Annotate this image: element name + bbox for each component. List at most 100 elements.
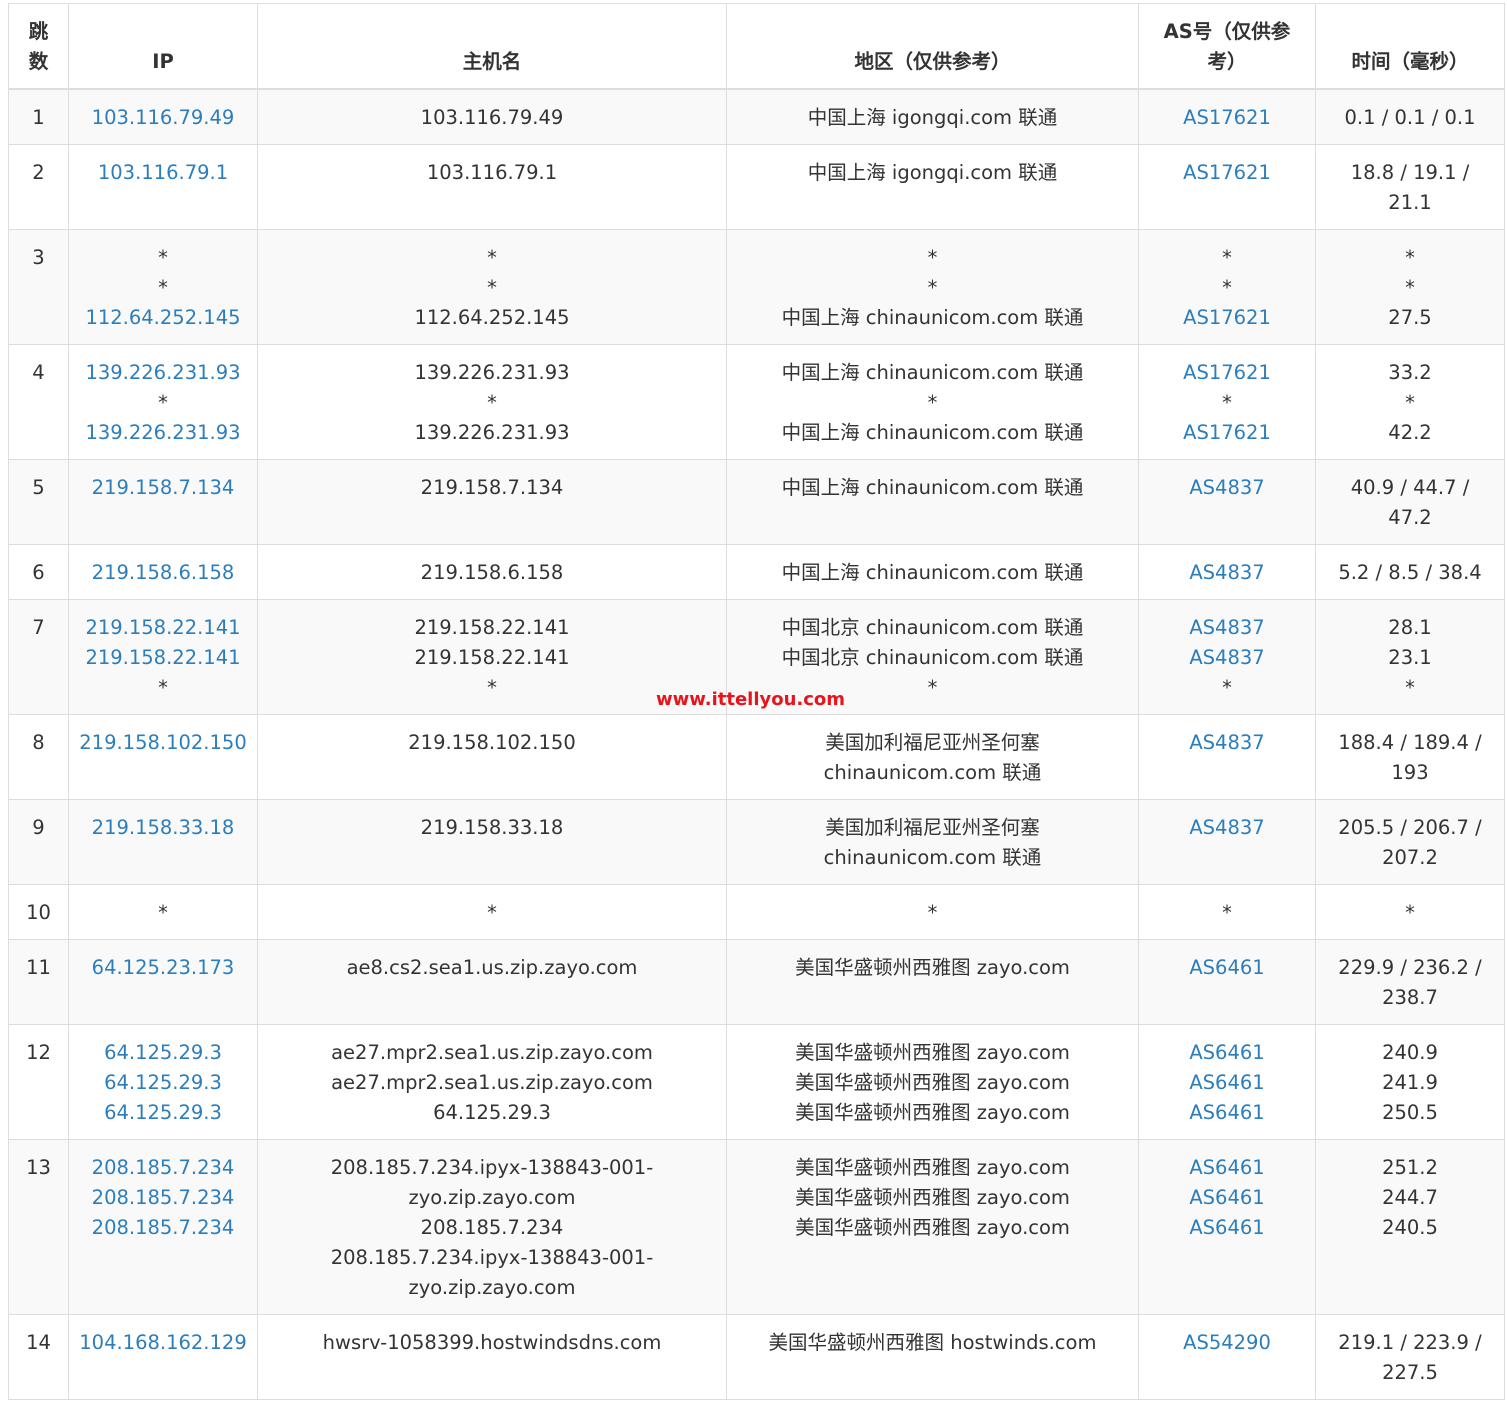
latency-text: 33.2 [1388, 361, 1432, 384]
asn-cell: AS4837 AS4837 * [1139, 600, 1316, 715]
hostname-text: 208.185.7.234.ipyx-138843-001- [330, 1246, 654, 1269]
ip-cell: 219.158.22.141 219.158.22.141 * [69, 600, 258, 715]
time-cell: 188.4 / 189.4 / 193 [1316, 715, 1505, 800]
hostname-text: zyo.zip.zayo.com [408, 1276, 576, 1299]
latency-text: 0.1 / 0.1 / 0.1 [1344, 106, 1476, 129]
ip-cell: * [69, 885, 258, 940]
hostname-cell: hwsrv-1058399.hostwindsdns.com [258, 1315, 727, 1400]
hostname-text: ae27.mpr2.sea1.us.zip.zayo.com [331, 1041, 653, 1064]
latency-text: 40.9 / 44.7 / [1350, 476, 1470, 499]
timeout-marker: * [1222, 901, 1232, 924]
asn-link[interactable]: AS54290 [1147, 1328, 1307, 1358]
time-cell: 205.5 / 206.7 / 207.2 [1316, 800, 1505, 885]
hop-number: 13 [26, 1156, 51, 1179]
hop-number: 5 [32, 476, 45, 499]
region-cell: 中国上海 chinaunicom.com 联通 [727, 460, 1139, 545]
region-cell: 美国华盛顿州西雅图 zayo.com 美国华盛顿州西雅图 zayo.com 美国华盛… [727, 1025, 1139, 1140]
ip-link[interactable]: 64.125.29.3 [77, 1098, 249, 1128]
asn-cell: AS17621 * AS17621 [1139, 345, 1316, 460]
asn-link[interactable]: AS6461 [1147, 1038, 1307, 1068]
region-text: 中国上海 chinaunicom.com 联通 [781, 421, 1084, 444]
ip-link[interactable]: 104.168.162.129 [77, 1328, 249, 1358]
asn-link[interactable]: AS17621 [1147, 358, 1307, 388]
ip-cell: 219.158.7.134 [69, 460, 258, 545]
region-cell: 中国上海 igongqi.com 联通 [727, 145, 1139, 230]
asn-cell: AS6461 AS6461 AS6461 [1139, 1140, 1316, 1315]
ip-cell: * * 112.64.252.145 [69, 230, 258, 345]
region-cell: 中国上海 igongqi.com 联通 [727, 90, 1139, 145]
latency-text: 251.2 [1382, 1156, 1438, 1179]
ip-link[interactable]: 112.64.252.145 [77, 303, 249, 333]
latency-text: 28.1 [1388, 616, 1432, 639]
asn-cell: AS17621 [1139, 145, 1316, 230]
table-body: 1 103.116.79.49 103.116.79.49 中国上海 igongqi.… [9, 90, 1505, 1400]
ip-link[interactable]: 219.158.6.158 [77, 558, 249, 588]
ip-link[interactable]: 219.158.33.18 [77, 813, 249, 843]
asn-link[interactable]: AS6461 [1147, 1068, 1307, 1098]
region-cell: 美国华盛顿州西雅图 hostwinds.com [727, 1315, 1139, 1400]
ip-link[interactable]: 208.185.7.234 [77, 1153, 249, 1183]
region-text: 美国华盛顿州西雅图 hostwinds.com [768, 1331, 1097, 1354]
hostname-text: 219.158.22.141 [414, 646, 570, 669]
time-cell: 229.9 / 236.2 / 238.7 [1316, 940, 1505, 1025]
asn-link[interactable]: AS4837 [1147, 473, 1307, 503]
time-cell: 251.2 244.7 240.5 [1316, 1140, 1505, 1315]
hostname-text: 219.158.22.141 [414, 616, 570, 639]
ip-cell: 103.116.79.1 [69, 145, 258, 230]
hop-cell: 4 [9, 345, 69, 460]
latency-text: 21.1 [1388, 191, 1432, 214]
table-header: 跳 数 IP 主机名 地区（仅供参考） AS号（仅供参 考） 时间（毫秒） [9, 4, 1505, 90]
ip-link[interactable]: 219.158.22.141 [77, 613, 249, 643]
ip-link[interactable]: 208.185.7.234 [77, 1213, 249, 1243]
hop-cell: 3 [9, 230, 69, 345]
latency-text: 5.2 / 8.5 / 38.4 [1338, 561, 1482, 584]
asn-link[interactable]: AS6461 [1147, 1183, 1307, 1213]
region-cell: * * 中国上海 chinaunicom.com 联通 [727, 230, 1139, 345]
ip-cell: 208.185.7.234 208.185.7.234 208.185.7.234 [69, 1140, 258, 1315]
timeout-marker: * [1405, 276, 1415, 299]
asn-link[interactable]: AS17621 [1147, 158, 1307, 188]
ip-cell: 139.226.231.93 * 139.226.231.93 [69, 345, 258, 460]
ip-link[interactable]: 219.158.7.134 [77, 473, 249, 503]
asn-link[interactable]: AS4837 [1147, 613, 1307, 643]
header-ip: IP [69, 4, 258, 90]
region-cell: 中国上海 chinaunicom.com 联通 [727, 545, 1139, 600]
asn-link[interactable]: AS4837 [1147, 728, 1307, 758]
ip-link[interactable]: 64.125.23.173 [77, 953, 249, 983]
hop-number: 3 [32, 246, 45, 269]
timeout-marker: * [487, 276, 497, 299]
asn-link[interactable]: AS6461 [1147, 1153, 1307, 1183]
ip-link[interactable]: 64.125.29.3 [77, 1038, 249, 1068]
asn-link[interactable]: AS4837 [1147, 813, 1307, 843]
asn-link[interactable]: AS17621 [1147, 103, 1307, 133]
table-row: 2 103.116.79.1 103.116.79.1 中国上海 igongqi.co… [9, 145, 1505, 230]
asn-link[interactable]: AS4837 [1147, 558, 1307, 588]
asn-link[interactable]: AS17621 [1147, 303, 1307, 333]
ip-link[interactable]: 103.116.79.1 [77, 158, 249, 188]
ip-link[interactable]: 139.226.231.93 [77, 358, 249, 388]
asn-link[interactable]: AS4837 [1147, 643, 1307, 673]
header-hop: 跳 数 [9, 4, 69, 90]
ip-link[interactable]: 64.125.29.3 [77, 1068, 249, 1098]
hostname-cell: 219.158.102.150 [258, 715, 727, 800]
asn-link[interactable]: AS6461 [1147, 1098, 1307, 1128]
asn-link[interactable]: AS6461 [1147, 1213, 1307, 1243]
asn-link[interactable]: AS17621 [1147, 418, 1307, 448]
header-region: 地区（仅供参考） [727, 4, 1139, 90]
hop-number: 9 [32, 816, 45, 839]
ip-link[interactable]: 103.116.79.49 [77, 103, 249, 133]
header-ip-label: IP [152, 50, 174, 73]
hostname-text: 219.158.102.150 [408, 731, 576, 754]
region-cell: * [727, 885, 1139, 940]
hop-cell: 13 [9, 1140, 69, 1315]
ip-link[interactable]: 208.185.7.234 [77, 1183, 249, 1213]
asn-link[interactable]: AS6461 [1147, 953, 1307, 983]
ip-link[interactable]: 139.226.231.93 [77, 418, 249, 448]
ip-link[interactable]: 219.158.102.150 [77, 728, 249, 758]
header-time-label: 时间（毫秒） [1351, 50, 1469, 73]
table-row: 4 139.226.231.93 * 139.226.231.93 139.226.23… [9, 345, 1505, 460]
ip-link[interactable]: 219.158.22.141 [77, 643, 249, 673]
timeout-marker: * [1405, 676, 1415, 699]
region-text: 中国上海 chinaunicom.com 联通 [781, 476, 1084, 499]
hostname-cell: 219.158.6.158 [258, 545, 727, 600]
